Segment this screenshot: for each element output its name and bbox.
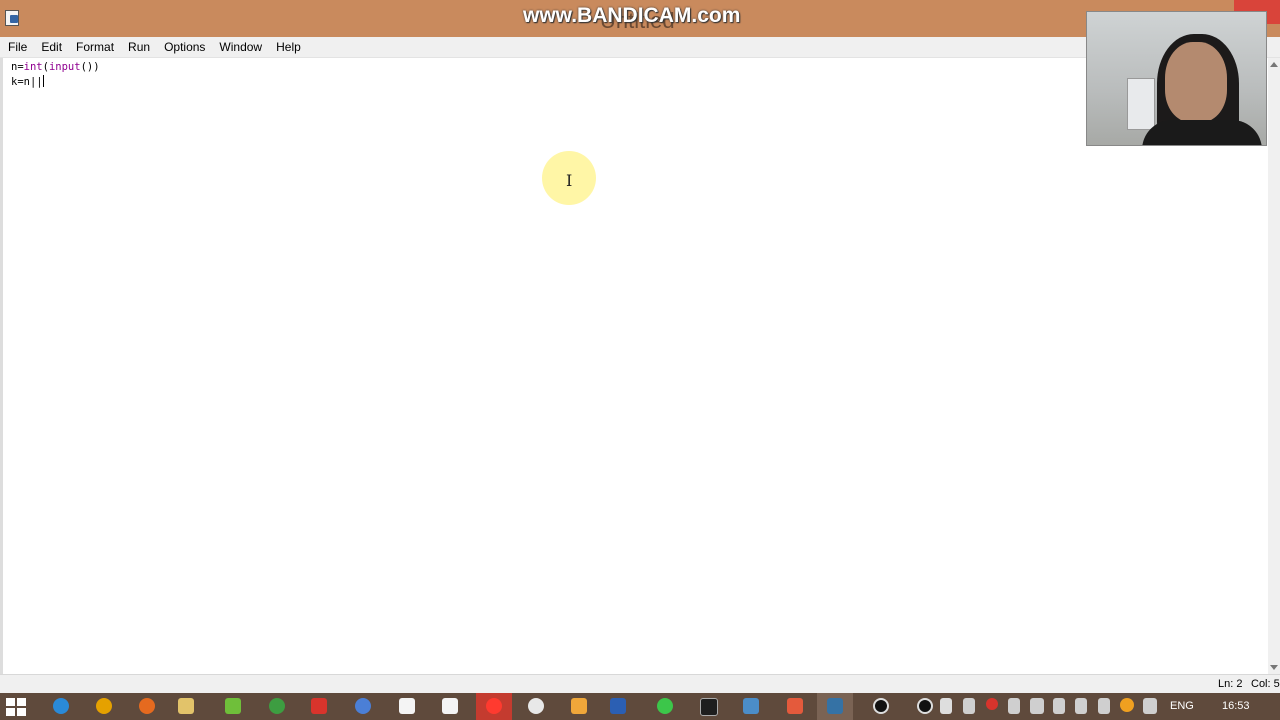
app-icon[interactable] [787,698,803,714]
yandex-icon[interactable] [311,698,327,714]
menu-run[interactable]: Run [120,37,156,57]
paint-icon[interactable] [355,698,371,714]
menu-help[interactable]: Help [268,37,307,57]
status-col: Col: 5 [1251,678,1280,690]
webcam-overlay [1086,11,1267,146]
whatsapp-icon[interactable] [657,698,673,714]
terminal-icon[interactable] [700,698,718,716]
status-line: Ln: 2 [1218,678,1243,690]
menu-file[interactable]: File [0,37,33,57]
windows-logo-icon [6,698,15,706]
scroll-down-icon[interactable] [1270,665,1278,670]
webcam-person-body [1142,120,1262,145]
action-center-tray-icon[interactable] [1143,698,1157,714]
builtin-input: input [48,61,81,73]
pen-icon[interactable] [571,698,587,714]
avast-icon[interactable] [96,698,112,714]
file-icon[interactable] [442,698,458,714]
bandicam-icon[interactable] [873,698,889,714]
yandex-tray-icon[interactable] [940,698,952,714]
sun-tray-icon[interactable] [1120,698,1134,712]
firefox-icon[interactable] [139,698,155,714]
yandex-browser-icon[interactable] [528,698,544,714]
word-icon[interactable] [610,698,626,714]
opera-icon[interactable] [486,698,502,714]
clock[interactable]: 16:53 [1222,700,1250,712]
monitor-tray-icon[interactable] [1030,698,1044,714]
speaker-tray-icon[interactable] [1008,698,1020,714]
idle-app-icon [5,10,19,26]
opera-tray-icon[interactable] [986,698,998,710]
taskbar: ENG 16:53 [0,693,1280,720]
record-tray-icon[interactable] [917,698,933,714]
menu-edit[interactable]: Edit [33,37,68,57]
android-icon[interactable] [225,698,241,714]
text-caret [42,75,44,87]
code-line-2: k=n|| [11,75,44,88]
menu-window[interactable]: Window [211,37,268,57]
vertical-scrollbar[interactable] [1268,58,1280,674]
bandicam-watermark: www.BANDICAM.com [523,4,741,27]
code-text: n=int(input()) k=n|| [11,60,100,90]
lock-tray-icon[interactable] [963,698,975,714]
builtin-int: int [23,61,43,73]
menu-options[interactable]: Options [156,37,211,57]
webcam-background-board [1127,78,1155,130]
ie-icon[interactable] [53,698,69,714]
explorer-icon[interactable] [178,698,194,714]
start-button[interactable] [6,698,26,716]
scroll-up-icon[interactable] [1270,62,1278,67]
ibeam-cursor-icon: I [566,171,573,190]
python-icon[interactable] [827,698,843,714]
menu-format[interactable]: Format [68,37,120,57]
network-tray-icon[interactable] [1098,698,1110,714]
code-line-1: n=int(input()) [11,61,100,73]
language-indicator[interactable]: ENG [1170,700,1194,712]
webcam-person-face [1165,42,1227,122]
status-bar: Ln: 2 Col: 5 [0,674,1280,694]
file-icon[interactable] [399,698,415,714]
code-editor[interactable]: n=int(input()) k=n|| [0,58,1268,674]
chrome-icon[interactable] [269,698,285,714]
volume-tray-icon[interactable] [1075,698,1087,714]
battery-tray-icon[interactable] [1053,698,1065,714]
window-icon[interactable] [743,698,759,714]
